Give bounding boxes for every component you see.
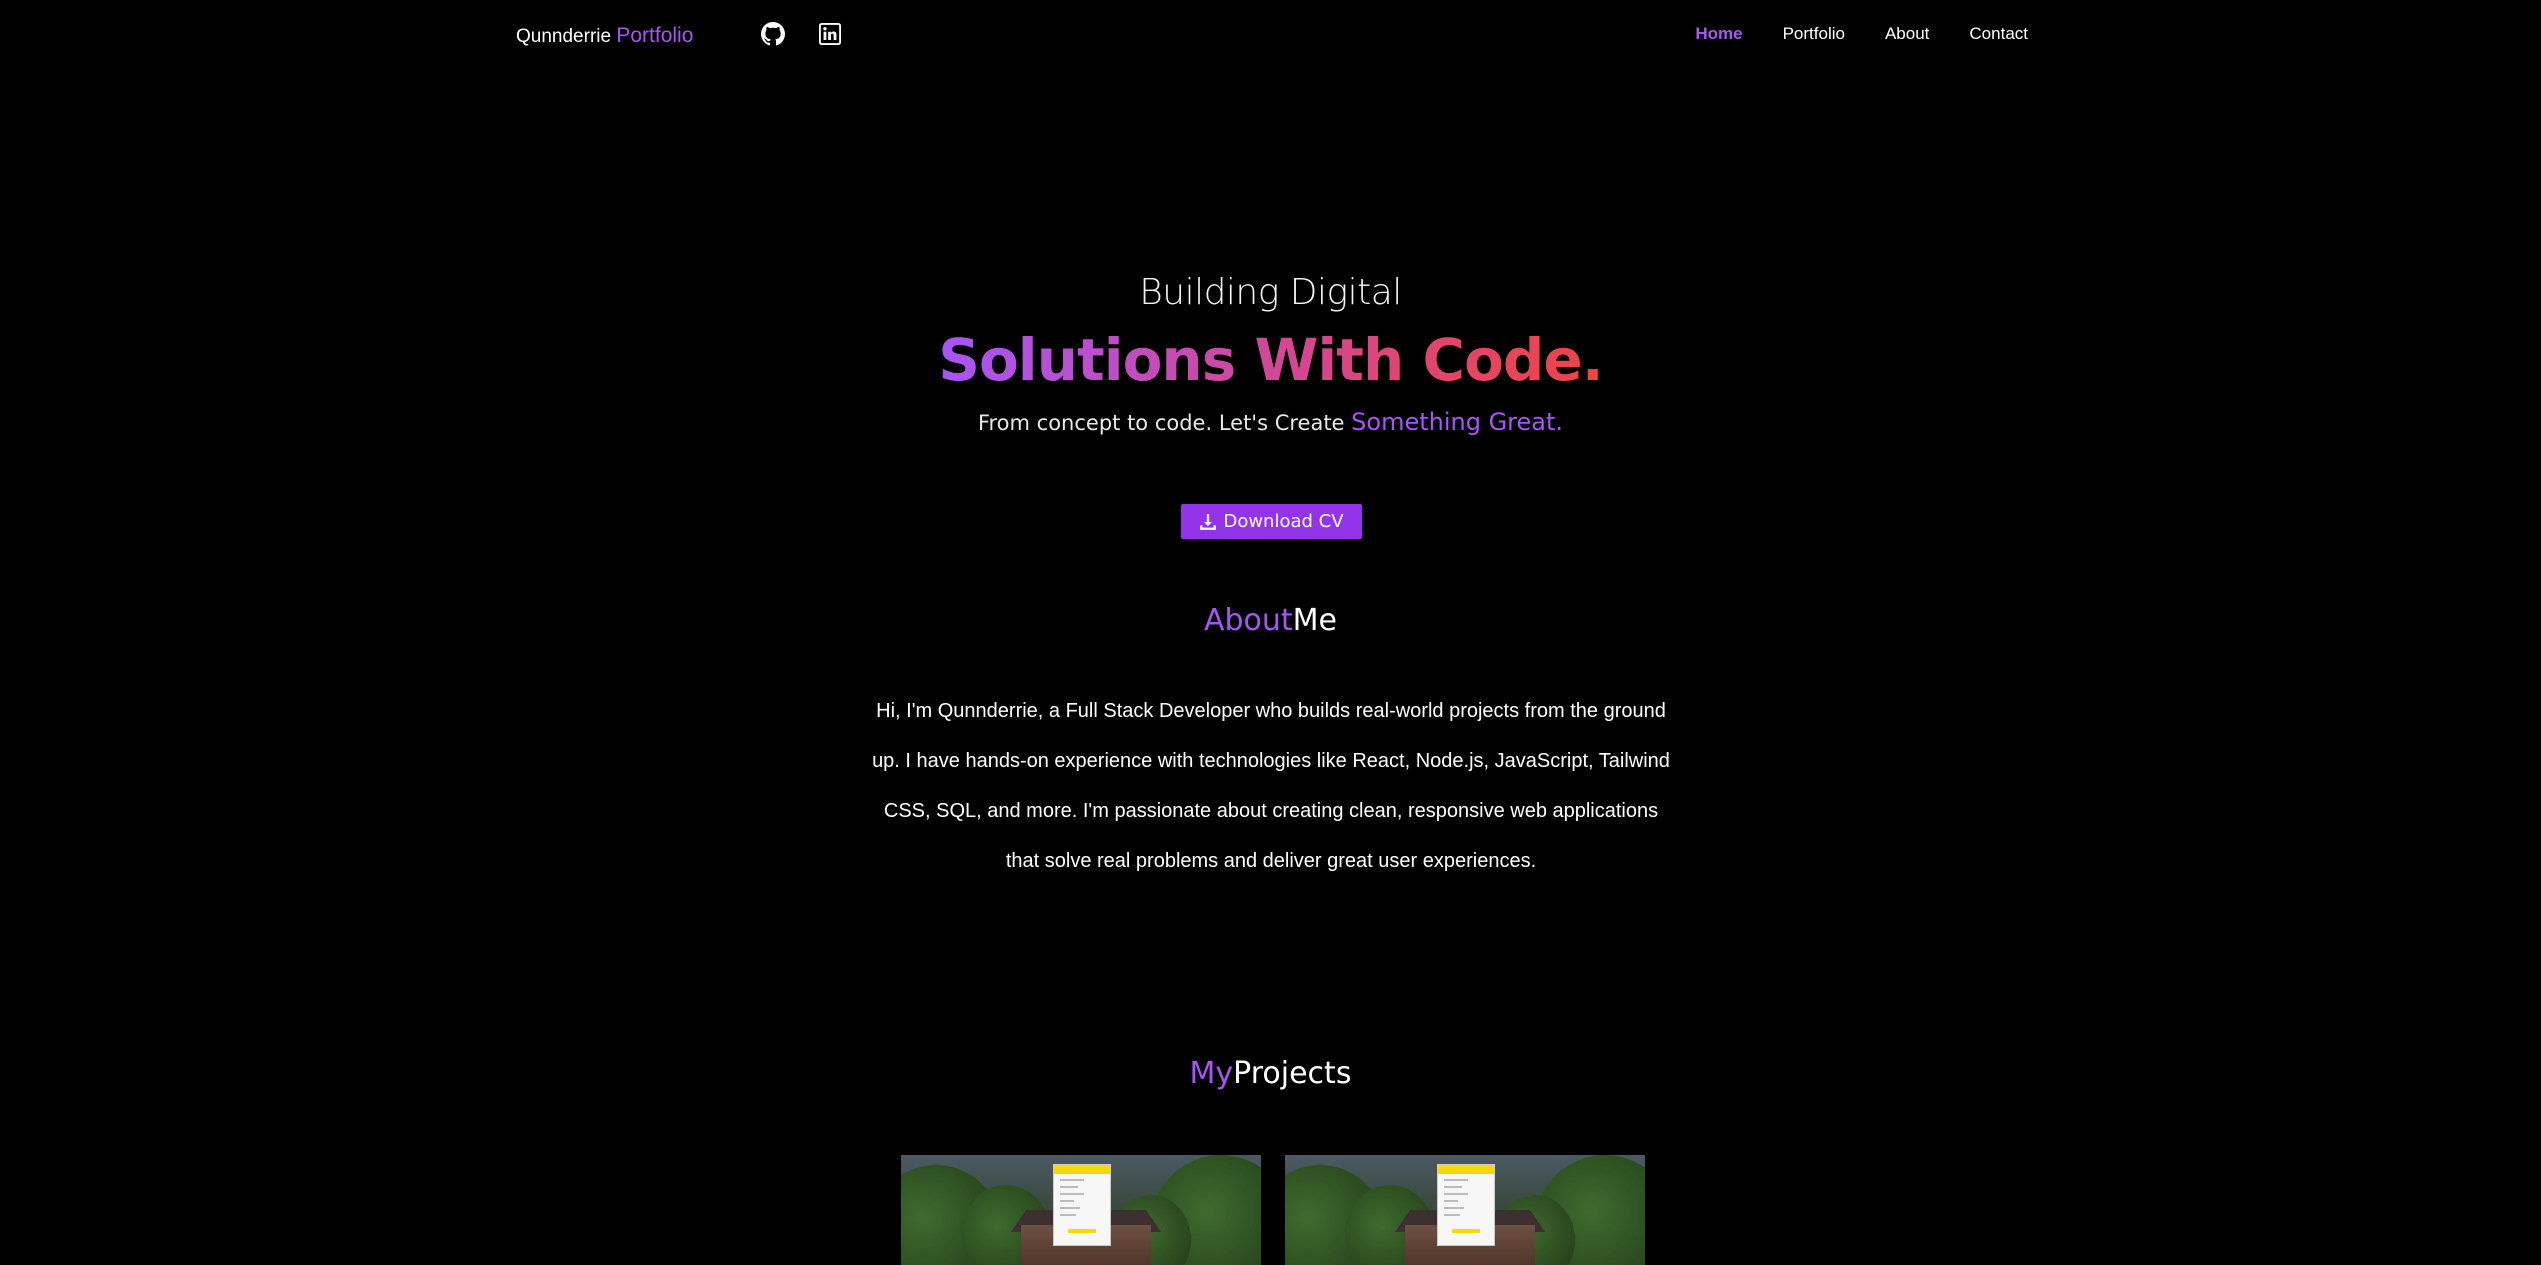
navbar: Qunnderrie Portfolio Home Portfolio Abou… <box>0 0 2541 72</box>
linkedin-icon <box>819 23 841 45</box>
github-link[interactable] <box>760 21 786 47</box>
projects-title-rest: Projects <box>1233 1056 1352 1091</box>
project-card[interactable] <box>1285 1155 1645 1265</box>
download-cv-label: Download CV <box>1223 511 1344 532</box>
about-section-title: AboutMe <box>0 603 2541 638</box>
project-preview-window <box>1437 1164 1495 1246</box>
nav-link-home[interactable]: Home <box>1695 24 1742 44</box>
brand-accent: Portfolio <box>616 24 694 47</box>
about-title-accent: About <box>1203 603 1293 638</box>
about-description: Hi, I'm Qunnderrie, a Full Stack Develop… <box>872 700 1670 872</box>
brand-logo[interactable]: Qunnderrie Portfolio <box>516 24 693 48</box>
hero-title-text: Solutions With Code. <box>938 326 1604 394</box>
about-title-rest: Me <box>1292 603 1338 638</box>
hero-subtitle-accent: Something Great. <box>1351 408 1564 436</box>
hero-subtitle-prefix: From concept to code. Let's Create <box>977 411 1352 435</box>
hero-title: Solutions With Code. <box>0 325 2541 395</box>
project-card[interactable] <box>901 1155 1261 1265</box>
linkedin-link[interactable] <box>817 21 843 47</box>
download-icon <box>1200 513 1217 530</box>
nav-link-portfolio[interactable]: Portfolio <box>1783 24 1845 44</box>
nav-link-contact[interactable]: Contact <box>1969 24 2028 44</box>
brand-name: Qunnderrie <box>516 26 612 47</box>
nav-link-about[interactable]: About <box>1885 24 1929 44</box>
projects-section-title: MyProjects <box>0 1056 2541 1091</box>
hero-subtitle: From concept to code. Let's Create Somet… <box>0 408 2541 436</box>
projects-title-accent: My <box>1189 1056 1234 1091</box>
github-icon <box>761 22 785 46</box>
hero-heading-line1: Building Digital <box>1139 272 1402 313</box>
project-preview-window <box>1053 1164 1111 1246</box>
nav-links: Home Portfolio About Contact <box>1695 24 2028 44</box>
portfolio-page: Qunnderrie Portfolio Home Portfolio Abou… <box>0 0 2541 1265</box>
download-cv-button[interactable]: Download CV <box>1181 504 1362 539</box>
